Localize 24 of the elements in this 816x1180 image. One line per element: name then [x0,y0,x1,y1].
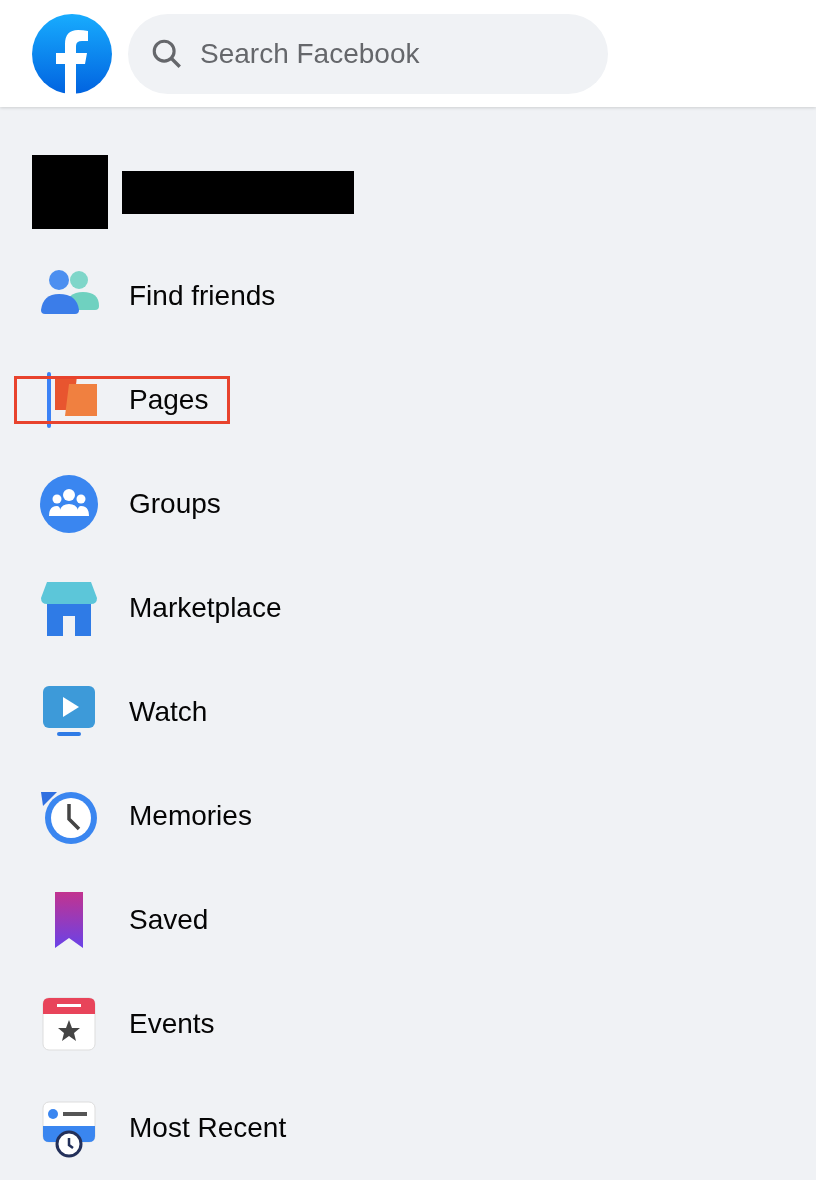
group-icon [39,474,99,534]
calendar-icon [39,994,99,1054]
menu-label: Marketplace [129,592,282,624]
menu-item[interactable]: Groups [14,472,243,536]
menu-item[interactable]: Memories [14,784,274,848]
menu-item[interactable]: Find friends [14,264,298,328]
menu-label: Pages [129,384,209,416]
menu-item[interactable]: Marketplace [14,576,304,640]
search-input[interactable]: Search Facebook [198,36,586,71]
menu-label: Find friends [129,280,276,312]
menu-label: Watch [129,696,208,728]
menu-label: Groups [129,488,221,520]
menu-item[interactable]: Watch [14,680,230,744]
menu-label: Memories [129,800,252,832]
menu-item[interactable]: Pages [14,368,231,432]
menu-item[interactable]: Saved [14,888,231,952]
menu-label: Saved [129,904,209,936]
menu-label: Events [129,1008,215,1040]
menu-label: Most Recent [129,1112,287,1144]
feed-clock-icon [39,1098,99,1158]
search-field[interactable]: Search Facebook [128,13,608,94]
menu-item[interactable]: Events [14,992,237,1056]
menu-item[interactable]: Most Recent [14,1096,309,1160]
logo-icon[interactable] [32,13,112,94]
